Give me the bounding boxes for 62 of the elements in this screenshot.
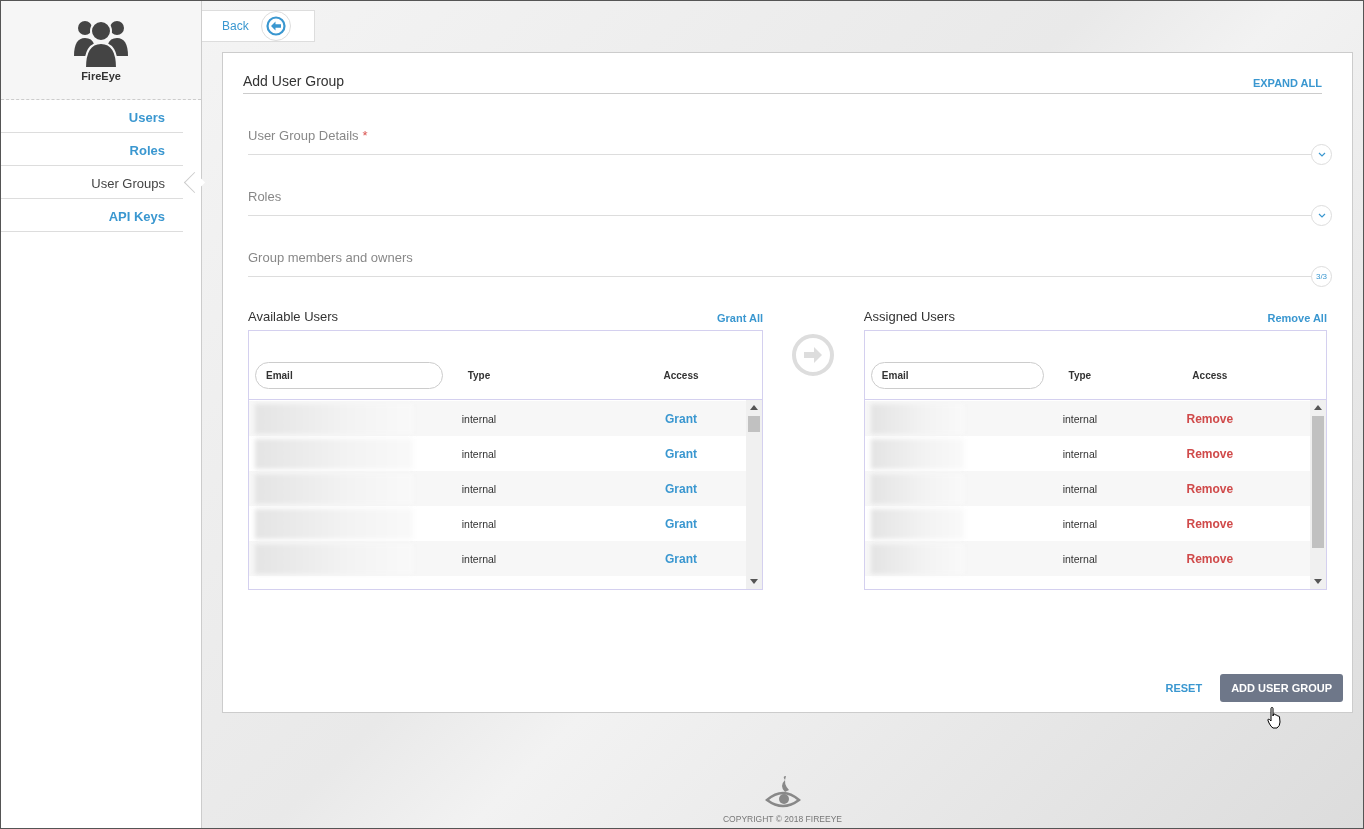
sidebar-item[interactable]: Users xyxy=(1,100,183,133)
arrow-left-icon xyxy=(265,16,286,36)
back-button[interactable] xyxy=(260,11,291,41)
access-link[interactable]: Grant xyxy=(631,516,731,531)
section-title: Group members and owners xyxy=(248,250,413,265)
scrollbar-thumb[interactable] xyxy=(1312,416,1324,548)
table-cell-text: internal xyxy=(460,517,498,530)
step-count[interactable]: 3/3 xyxy=(1311,266,1332,287)
scroll-down-icon[interactable] xyxy=(750,579,759,584)
bulk-action-link[interactable]: Remove All xyxy=(1267,312,1327,324)
email-filter-field[interactable]: Email xyxy=(870,362,1044,389)
email-filter-field[interactable]: Email xyxy=(255,362,443,389)
copyright-text: COPYRIGHT © 2018 FIREEYE xyxy=(723,814,842,824)
access-link[interactable]: Remove xyxy=(1159,481,1260,496)
arrow-right-icon[interactable] xyxy=(792,334,835,376)
sidebar-item[interactable]: API Keys xyxy=(1,199,183,232)
form-title: Add User Group xyxy=(243,73,345,89)
add-user-group-button[interactable]: ADD USER GROUP xyxy=(1220,674,1343,702)
chevron-down-icon xyxy=(1317,152,1326,157)
eye-logo-icon xyxy=(764,776,801,810)
table-cell-text: internal xyxy=(460,552,498,565)
access-link[interactable]: Remove xyxy=(1159,411,1260,426)
access-link[interactable]: Remove xyxy=(1159,446,1260,461)
sidebar-item[interactable]: Roles xyxy=(1,133,183,166)
column-header: Type xyxy=(1067,369,1093,383)
bulk-action-link[interactable]: Grant All xyxy=(717,312,764,324)
access-link[interactable]: Remove xyxy=(1159,516,1260,531)
table-cell-text: internal xyxy=(460,412,498,425)
required-mark: * xyxy=(362,128,368,143)
users-icon xyxy=(74,18,128,68)
scrollbar-thumb[interactable] xyxy=(748,416,761,432)
expand-button[interactable] xyxy=(1311,144,1332,165)
table-cell-text: internal xyxy=(1061,552,1099,565)
column-header: Access xyxy=(1191,369,1229,383)
table-cell-text: internal xyxy=(460,482,498,495)
brand-name: FireEye xyxy=(81,70,121,82)
scroll-up-icon[interactable] xyxy=(750,405,759,410)
access-link[interactable]: Grant xyxy=(631,411,731,426)
column-header: Type xyxy=(466,369,492,383)
chevron-down-icon xyxy=(1317,213,1326,218)
list-title: Available Users xyxy=(248,309,339,324)
access-link[interactable]: Grant xyxy=(631,446,731,461)
access-link[interactable]: Remove xyxy=(1159,551,1260,566)
table-cell-text: internal xyxy=(1061,482,1099,495)
table-cell-text: internal xyxy=(460,447,498,460)
table-cell-text: internal xyxy=(1061,447,1099,460)
access-link[interactable]: Grant xyxy=(631,551,731,566)
section-title: Roles xyxy=(248,189,282,204)
scrollbar[interactable] xyxy=(1310,400,1326,589)
table-cell-text: internal xyxy=(1061,412,1099,425)
table-cell-text: internal xyxy=(1061,517,1099,530)
back-link[interactable]: Back xyxy=(222,19,249,33)
scroll-up-icon[interactable] xyxy=(1314,405,1322,410)
access-link[interactable]: Grant xyxy=(631,481,731,496)
column-header: Access xyxy=(662,369,700,383)
expand-button[interactable] xyxy=(1311,205,1332,226)
expand-all-link[interactable]: EXPAND ALL xyxy=(1252,77,1322,89)
scrollbar[interactable] xyxy=(746,400,763,589)
section-title: User Group Details xyxy=(248,128,359,143)
list-title: Assigned Users xyxy=(863,309,955,324)
scroll-down-icon[interactable] xyxy=(1314,579,1322,584)
reset-button[interactable]: RESET xyxy=(1159,681,1209,695)
